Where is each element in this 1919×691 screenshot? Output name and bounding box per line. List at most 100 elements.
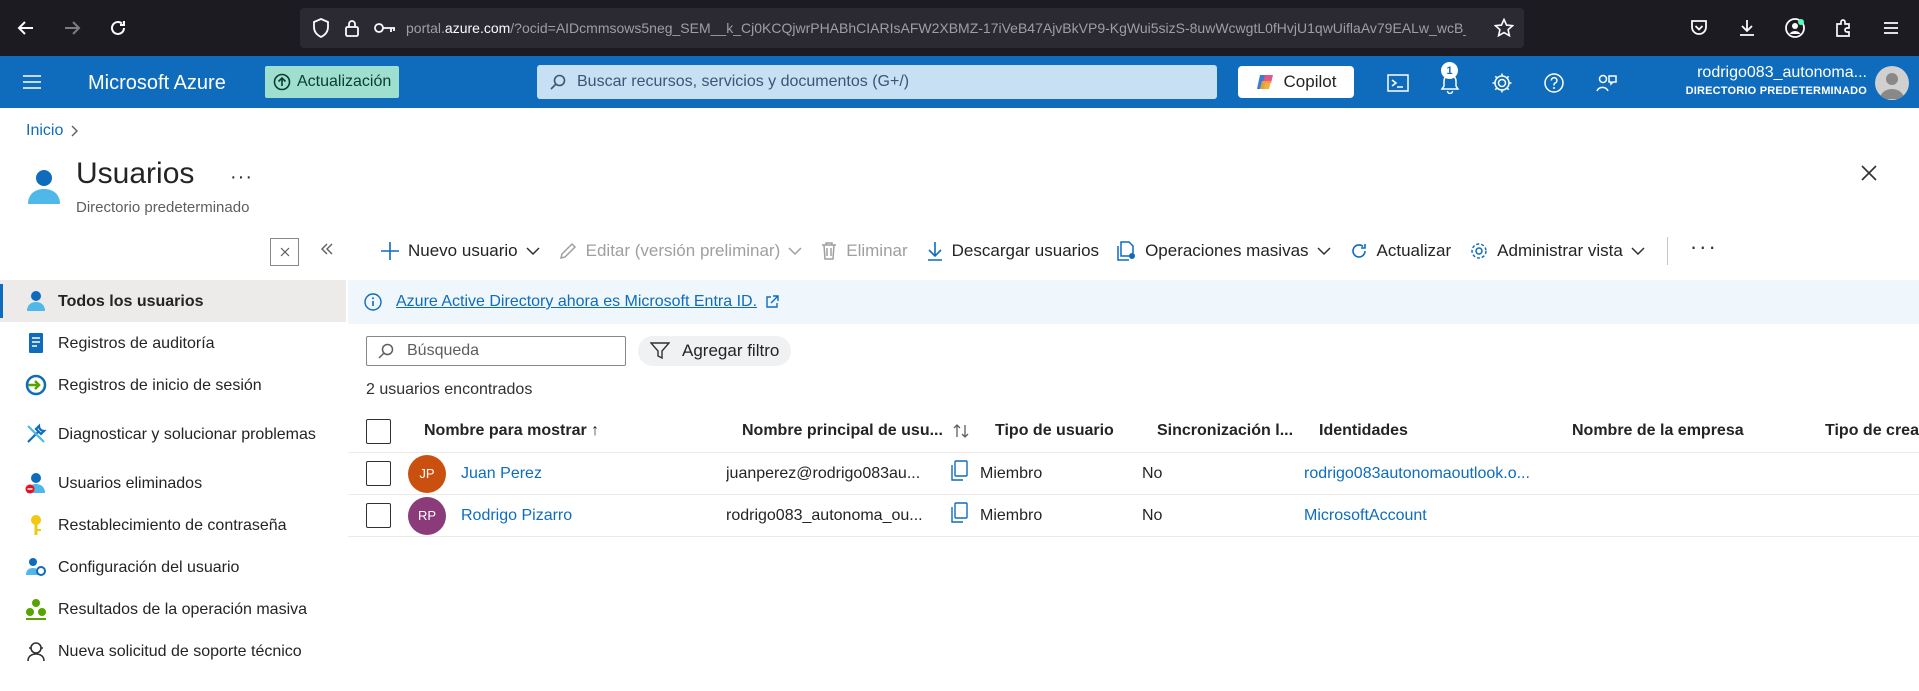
sidebar-item-diagnose[interactable]: Diagnosticar y solucionar problemas — [0, 406, 346, 462]
extensions-icon[interactable] — [1823, 8, 1863, 48]
tracking-shield-icon[interactable] — [312, 18, 330, 38]
sidebar-item-all-users[interactable]: Todos los usuarios — [0, 280, 346, 322]
close-icon[interactable] — [1860, 164, 1878, 182]
feedback-icon[interactable] — [1591, 68, 1621, 98]
toolbar-more-button[interactable]: ··· — [1690, 234, 1718, 260]
chevron-down-icon — [1631, 246, 1645, 256]
delete-button[interactable]: Eliminar — [820, 241, 908, 261]
pencil-icon — [558, 241, 578, 261]
manage-view-label: Administrar vista — [1497, 241, 1623, 260]
edit-button[interactable]: Editar (versión preliminar) — [558, 241, 803, 261]
sort-icon[interactable] — [953, 410, 969, 452]
copy-icon[interactable] — [950, 460, 968, 482]
sidebar-item-audit-logs[interactable]: Registros de auditoría — [0, 322, 346, 364]
sidebar-item-label: Diagnosticar y solucionar problemas — [58, 425, 316, 443]
header-creation-type[interactable]: Tipo de creación — [1825, 410, 1919, 452]
copy-icon[interactable] — [950, 502, 968, 524]
info-icon — [364, 293, 382, 311]
signin-log-icon — [24, 373, 48, 397]
user-search[interactable] — [366, 336, 626, 366]
sidebar-item-signin-logs[interactable]: Registros de inicio de sesión — [0, 364, 346, 406]
cloud-shell-icon[interactable] — [1383, 68, 1413, 98]
bulk-document-icon — [1117, 241, 1137, 261]
user-identity-link[interactable]: MicrosoftAccount — [1304, 495, 1554, 536]
info-banner: Azure Active Directory ahora es Microsof… — [348, 280, 1919, 324]
row-checkbox[interactable] — [366, 495, 391, 536]
refresh-button[interactable]: Actualizar — [1349, 241, 1451, 261]
sidebar-item-password-reset[interactable]: Restablecimiento de contraseña — [0, 504, 346, 546]
lock-icon[interactable] — [344, 18, 360, 38]
copilot-button[interactable]: Copilot — [1238, 66, 1354, 98]
collapse-sidebar-icon[interactable] — [320, 242, 334, 256]
header-company[interactable]: Nombre de la empresa — [1572, 410, 1792, 452]
copilot-label: Copilot — [1283, 72, 1337, 91]
account-info[interactable]: rodrigo083_autonoma... DIRECTORIO PREDET… — [1686, 64, 1867, 97]
reload-icon[interactable] — [98, 8, 138, 48]
sidebar-item-deleted-users[interactable]: Usuarios eliminados — [0, 462, 346, 504]
add-filter-button[interactable]: Agregar filtro — [638, 336, 792, 366]
page-more-button[interactable]: ··· — [230, 166, 253, 189]
user-display-name-link[interactable]: Juan Perez — [461, 453, 721, 494]
avatar-initials: JP — [408, 454, 446, 493]
external-link-icon[interactable] — [765, 295, 779, 309]
audit-log-icon — [24, 331, 48, 355]
user-identity-link[interactable]: rodrigo083autonomaoutlook.o... — [1304, 453, 1554, 494]
bulk-operations-button[interactable]: Operaciones masivas — [1117, 241, 1331, 261]
address-bar[interactable]: portal.azure.com/?ocid=AIDcmmsows5neg_SE… — [300, 8, 1524, 48]
brand-name[interactable]: Microsoft Azure — [88, 72, 226, 95]
portal-menu-icon[interactable] — [20, 70, 44, 94]
chevron-down-icon — [1317, 246, 1331, 256]
global-search-input[interactable] — [577, 73, 1177, 91]
table-header-row: Nombre para mostrar ↑ Nombre principal d… — [348, 410, 1919, 453]
user-upn: juanperez@rodrigo083au... — [726, 464, 921, 482]
user-display-name-link[interactable]: Rodrigo Pizarro — [461, 495, 721, 536]
header-user-type[interactable]: Tipo de usuario — [995, 410, 1145, 452]
add-filter-label: Agregar filtro — [682, 341, 780, 360]
sidebar-search-toggle[interactable] — [270, 238, 299, 266]
account-avatar[interactable] — [1875, 66, 1909, 100]
header-upn[interactable]: Nombre principal de usu... — [742, 410, 947, 452]
browser-toolbar: portal.azure.com/?ocid=AIDcmmsows5neg_SE… — [0, 0, 1919, 56]
forward-icon[interactable] — [52, 8, 92, 48]
new-user-label: Nuevo usuario — [408, 241, 518, 260]
sidebar-item-label: Resultados de la operación masiva — [58, 600, 308, 618]
bookmark-star-icon[interactable] — [1494, 18, 1514, 38]
user-type: Miembro — [980, 464, 1043, 482]
trash-icon — [820, 241, 838, 261]
table-row[interactable]: JP Juan Perez juanperez@rodrigo083au... … — [348, 453, 1919, 495]
new-user-button[interactable]: Nuevo usuario — [380, 241, 540, 261]
global-search[interactable] — [537, 65, 1217, 99]
menu-icon[interactable] — [1871, 8, 1911, 48]
download-users-button[interactable]: Descargar usuarios — [926, 241, 1099, 261]
row-checkbox[interactable] — [366, 453, 391, 494]
sidebar-item-support[interactable]: Nueva solicitud de soporte técnico — [0, 630, 346, 672]
key-permissions-icon[interactable] — [374, 21, 396, 35]
sidebar-item-bulk-results[interactable]: Resultados de la operación masiva — [0, 588, 346, 630]
downloads-icon[interactable] — [1727, 8, 1767, 48]
download-icon — [926, 241, 944, 261]
download-users-label: Descargar usuarios — [951, 241, 1100, 260]
account-icon[interactable] — [1775, 8, 1815, 48]
header-display-name[interactable]: Nombre para mostrar ↑ — [424, 410, 674, 452]
sidebar-item-label: Configuración del usuario — [58, 558, 240, 576]
deleted-user-icon — [24, 471, 48, 495]
azure-topbar: Microsoft Azure Actualización Copilot 1 … — [0, 56, 1919, 108]
edit-label: Editar (versión preliminar) — [585, 241, 781, 260]
header-sync[interactable]: Sincronización l... — [1157, 410, 1297, 452]
select-all-checkbox[interactable] — [366, 410, 391, 452]
back-icon[interactable] — [6, 8, 46, 48]
toolbar-divider — [1666, 237, 1668, 265]
breadcrumb-home[interactable]: Inicio — [26, 122, 63, 140]
sidebar-item-label: Registros de inicio de sesión — [58, 376, 262, 394]
user-search-input[interactable] — [407, 342, 607, 360]
entra-id-link[interactable]: Azure Active Directory ahora es Microsof… — [396, 293, 757, 311]
pocket-icon[interactable] — [1679, 8, 1719, 48]
table-row[interactable]: RP Rodrigo Pizarro rodrigo083_autonoma_o… — [348, 495, 1919, 537]
sidebar-item-user-settings[interactable]: Configuración del usuario — [0, 546, 346, 588]
help-icon[interactable] — [1539, 68, 1569, 98]
update-label: Actualización — [297, 73, 392, 90]
header-identities[interactable]: Identidades — [1319, 410, 1499, 452]
manage-view-button[interactable]: Administrar vista — [1469, 241, 1645, 261]
update-button[interactable]: Actualización — [265, 66, 400, 98]
settings-gear-icon[interactable] — [1487, 68, 1517, 98]
